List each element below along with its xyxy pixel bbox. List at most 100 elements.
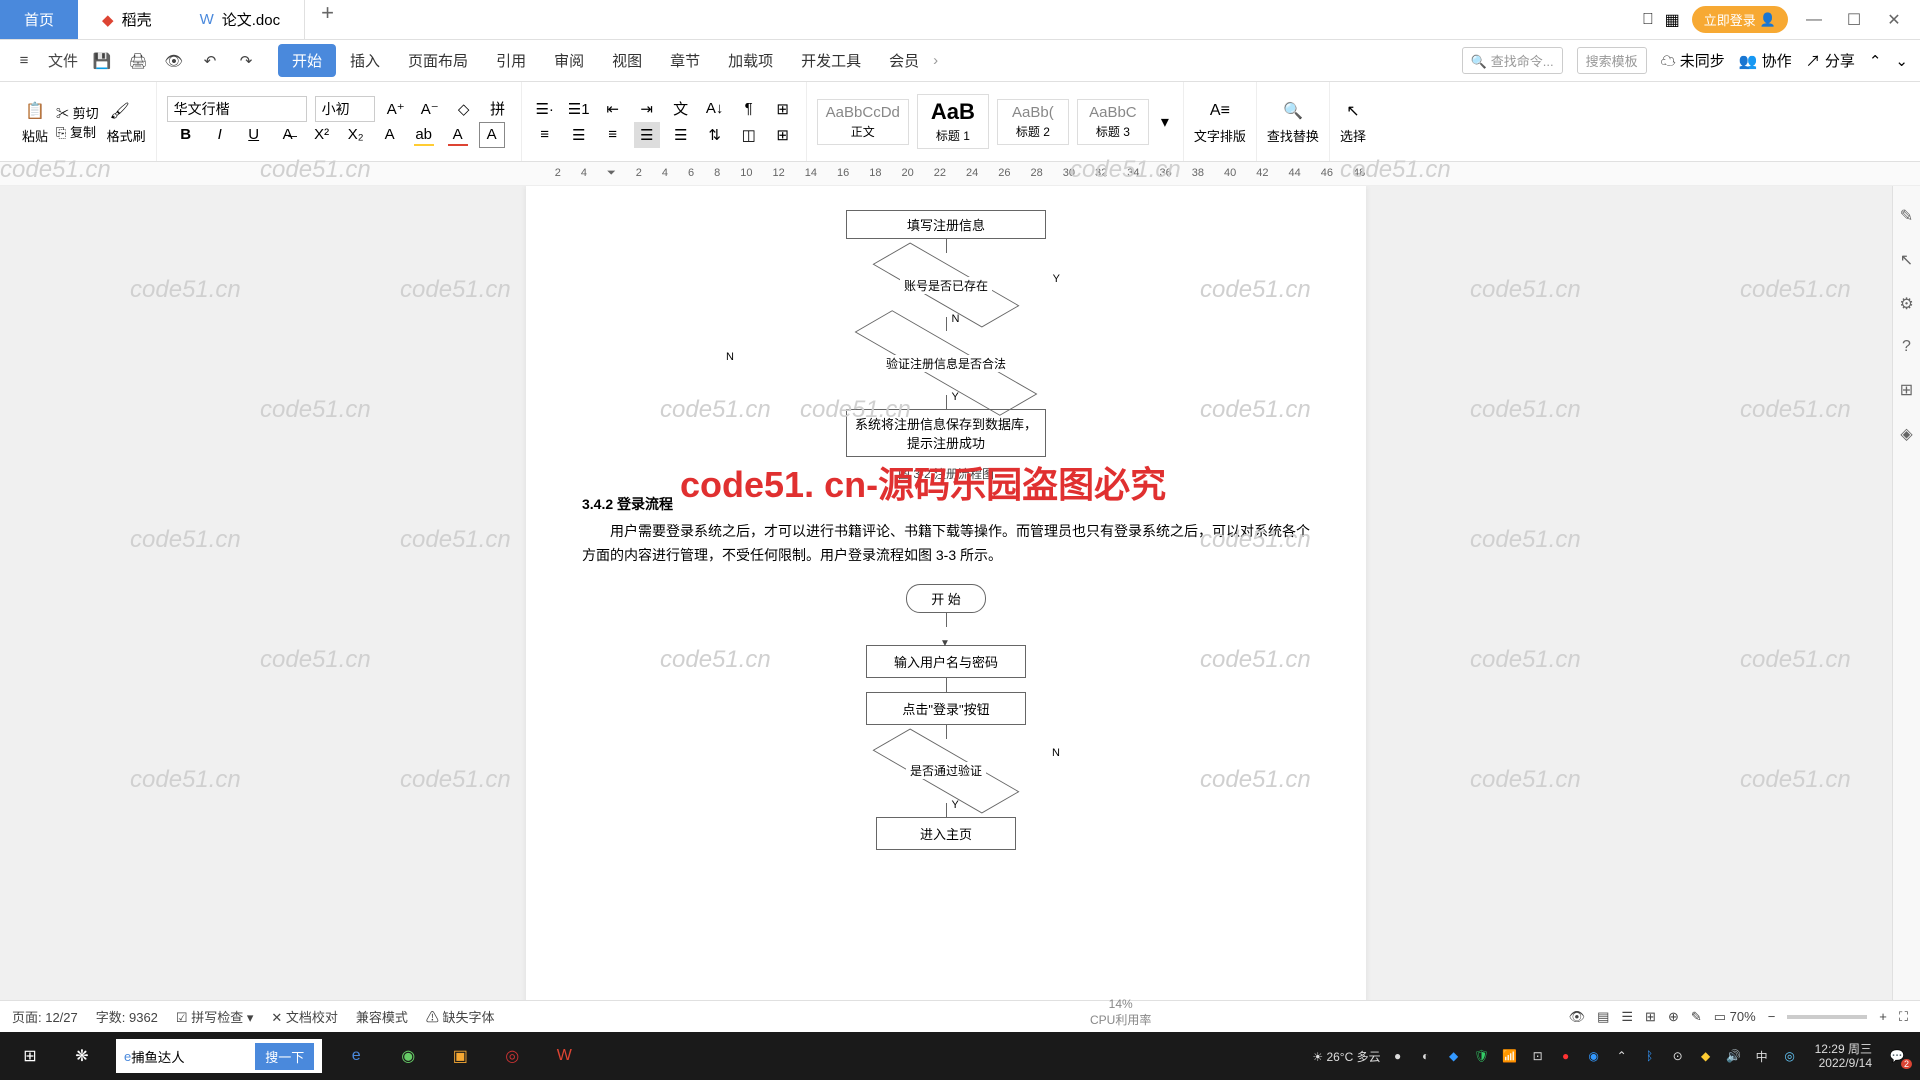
bluetooth-icon[interactable]: ᛒ [1639, 1045, 1661, 1067]
show-marks-icon[interactable]: ¶ [736, 96, 762, 122]
tray-icon-9[interactable]: ◎ [1779, 1045, 1801, 1067]
clock[interactable]: 12:29 周三 2022/9/14 [1807, 1042, 1880, 1071]
word-count[interactable]: 字数: 9362 [96, 1007, 158, 1026]
tray-icon-1[interactable]: ● [1387, 1045, 1409, 1067]
phonetic-icon[interactable]: 拼 [485, 96, 511, 122]
apps-icon[interactable]: ▦ [1665, 10, 1680, 30]
view-outline-icon[interactable]: ☰ [1621, 1009, 1633, 1025]
grow-font-icon[interactable]: A⁺ [383, 96, 409, 122]
weather-widget[interactable]: ☀ 26°C 多云 [1312, 1048, 1380, 1065]
notification-icon[interactable]: 💬2 [1886, 1045, 1908, 1067]
font-color-button[interactable]: A [445, 122, 471, 148]
font-name-select[interactable]: 华文行楷 [167, 96, 307, 122]
tab-docer[interactable]: ◆ 稻壳 [78, 0, 176, 39]
tab-document[interactable]: W 论文.doc [176, 0, 306, 39]
view-read-icon[interactable]: ⊕ [1668, 1009, 1679, 1025]
tray-chevron-up-icon[interactable]: ⌃ [1611, 1045, 1633, 1067]
maximize-button[interactable]: ☐ [1840, 6, 1868, 34]
login-button[interactable]: 立即登录 👤 [1692, 6, 1788, 33]
styles-more-icon[interactable]: ▾ [1157, 112, 1173, 132]
undo-icon[interactable]: ↶ [198, 49, 222, 73]
view-web-icon[interactable]: ⊞ [1645, 1009, 1656, 1025]
ruler-toggle-icon[interactable]: ✎ [1691, 1009, 1702, 1025]
view-print-icon[interactable]: ▤ [1597, 1009, 1609, 1025]
style-normal[interactable]: AaBbCcDd正文 [817, 99, 909, 145]
style-heading2[interactable]: AaBb(标题 2 [997, 99, 1069, 145]
share-button[interactable]: ↗ 分享 [1806, 50, 1855, 71]
app-edge[interactable]: e [330, 1032, 382, 1080]
taskbar-search[interactable]: e 搜一下 [108, 1032, 330, 1080]
char-border-icon[interactable]: A [479, 122, 505, 148]
tray-icon-6[interactable]: ◉ [1583, 1045, 1605, 1067]
ime-indicator[interactable]: 中 [1751, 1045, 1773, 1067]
zoom-label[interactable]: ▭ 70% [1714, 1009, 1756, 1025]
tray-icon-7[interactable]: ⊙ [1667, 1045, 1689, 1067]
align-center-icon[interactable]: ☰ [566, 122, 592, 148]
document-area[interactable]: 填写注册信息 账号是否已存在 Y N 验证注册信息是否合法 N Y 系统将注册信… [0, 186, 1892, 1032]
menu-addins[interactable]: 加载项 [714, 44, 787, 77]
menu-icon[interactable]: ≡ [12, 49, 36, 73]
distribute-icon[interactable]: ☰ [668, 122, 694, 148]
settings-icon[interactable]: ⚙ [1899, 294, 1913, 314]
menu-view[interactable]: 视图 [598, 44, 656, 77]
fullscreen-icon[interactable]: ⛶ [1899, 1009, 1908, 1025]
search-command[interactable]: 🔍 查找命令... [1462, 47, 1563, 74]
sync-status[interactable]: ☁ 未同步 [1661, 50, 1725, 71]
format-painter-icon[interactable]: 🖌 [107, 98, 133, 124]
tab-home[interactable]: 首页 [0, 0, 78, 39]
help-icon[interactable]: ? [1902, 338, 1911, 356]
tray-icon-8[interactable]: ◆ [1695, 1045, 1717, 1067]
align-right-icon[interactable]: ≡ [600, 122, 626, 148]
clear-format-icon[interactable]: ◇ [451, 96, 477, 122]
tray-icon-5[interactable]: ● [1555, 1045, 1577, 1067]
coop-button[interactable]: 👥 协作 [1739, 50, 1792, 71]
ruler[interactable]: 24⏷2468101214161820222426283032343638404… [0, 162, 1920, 186]
collapse-ribbon-icon[interactable]: ⌃ [1869, 52, 1882, 70]
superscript-button[interactable]: X² [309, 122, 335, 148]
doc-proof[interactable]: ✕ 文档校对 [271, 1007, 338, 1026]
ribbon-more-icon[interactable]: ⌄ [1895, 52, 1908, 70]
sort-icon[interactable]: A↓ [702, 96, 728, 122]
font-size-select[interactable]: 小初 [315, 96, 375, 122]
align-justify-icon[interactable]: ☰ [634, 122, 660, 148]
start-button[interactable]: ⊞ [4, 1032, 56, 1080]
save-icon[interactable]: 💾 [90, 49, 114, 73]
increase-indent-icon[interactable]: ⇥ [634, 96, 660, 122]
text-effects-icon[interactable]: A [377, 122, 403, 148]
missing-font[interactable]: ⚠ 缺失字体 [426, 1007, 495, 1026]
subscript-button[interactable]: X₂ [343, 122, 369, 148]
paste-icon[interactable]: 📋 [22, 98, 48, 124]
file-label[interactable]: 文件 [48, 49, 78, 73]
menu-devtools[interactable]: 开发工具 [787, 44, 875, 77]
print-icon[interactable]: 🖨 [126, 49, 150, 73]
page-indicator[interactable]: 页面: 12/27 [12, 1007, 78, 1026]
tray-icon-2[interactable]: ◐ [1415, 1045, 1437, 1067]
preview-icon[interactable]: 👁 [162, 49, 186, 73]
zoom-out-button[interactable]: − [1768, 1009, 1776, 1024]
text-layout-icon[interactable]: A≡ [1207, 98, 1233, 124]
style-heading1[interactable]: AaB标题 1 [917, 94, 989, 149]
highlight-color-button[interactable]: ab [411, 122, 437, 148]
tab-new[interactable]: + [305, 0, 350, 39]
align-left-icon[interactable]: ≡ [532, 122, 558, 148]
find-replace-icon[interactable]: 🔍 [1280, 98, 1306, 124]
menu-reference[interactable]: 引用 [482, 44, 540, 77]
wifi-icon[interactable]: 📶 [1499, 1045, 1521, 1067]
cut-button[interactable]: ✂ 剪切 [56, 103, 99, 122]
bullets-icon[interactable]: ☰· [532, 96, 558, 122]
menu-vip[interactable]: 会员 [875, 44, 933, 77]
reading-mode-icon[interactable]: ⎕ [1643, 11, 1653, 29]
menu-chapter[interactable]: 章节 [656, 44, 714, 77]
pen-tool-icon[interactable]: ✎ [1900, 206, 1913, 226]
menu-review[interactable]: 审阅 [540, 44, 598, 77]
select-icon[interactable]: ↖ [1340, 98, 1366, 124]
tabs-icon[interactable]: ⊞ [770, 96, 796, 122]
app-explorer[interactable]: ▣ [434, 1032, 486, 1080]
tool2-icon[interactable]: ◈ [1900, 424, 1912, 444]
spell-check[interactable]: ☑ 拼写检查 ▾ [176, 1007, 253, 1026]
menu-start[interactable]: 开始 [278, 44, 336, 77]
strike-button[interactable]: A̶ [275, 122, 301, 148]
search-input[interactable] [131, 1049, 251, 1064]
tray-security-icon[interactable]: 🛡 [1471, 1045, 1493, 1067]
numbering-icon[interactable]: ☰1 [566, 96, 592, 122]
